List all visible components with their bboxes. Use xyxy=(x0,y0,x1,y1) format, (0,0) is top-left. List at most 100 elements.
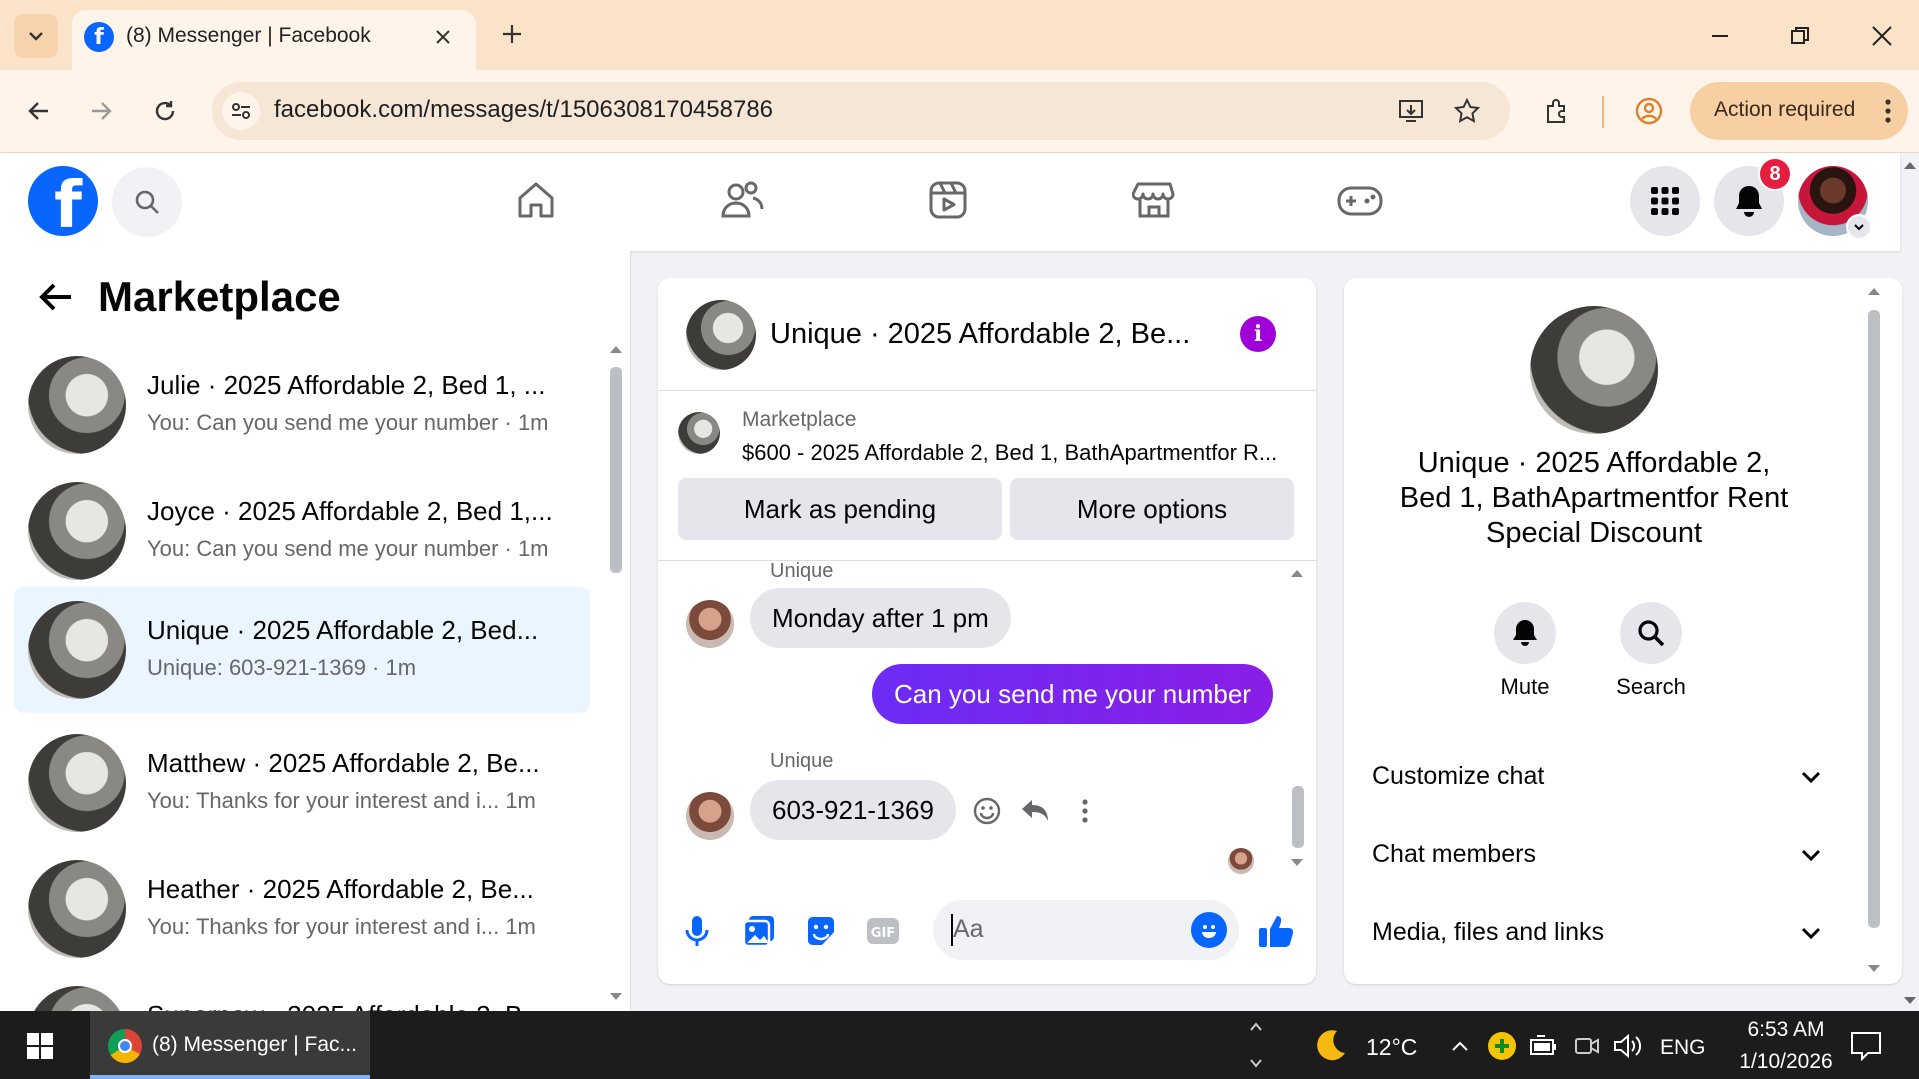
conversation-item-active[interactable]: Unique · 2025 Affordable 2, Bed... Uniqu… xyxy=(14,587,590,713)
conversation-avatar xyxy=(28,601,126,699)
more-options-button[interactable]: More options xyxy=(1010,478,1294,540)
conversation-name: Unique · 2025 Affordable 2, Bed... xyxy=(147,615,539,645)
message-sender: Unique xyxy=(770,750,834,772)
scroll-up-icon[interactable] xyxy=(606,341,626,357)
customize-chat-row[interactable]: Customize chat xyxy=(1358,742,1848,812)
info-scroll-up-icon[interactable] xyxy=(1864,284,1884,298)
sticker-icon[interactable] xyxy=(802,912,840,950)
home-icon[interactable] xyxy=(510,174,562,226)
volume-icon[interactable] xyxy=(1612,1032,1644,1060)
chat-panel: Unique · 2025 Affordable 2, Be... i Mark… xyxy=(658,278,1316,984)
message-more-icon[interactable] xyxy=(1068,794,1102,828)
tab-messenger[interactable]: f (8) Messenger | Facebook xyxy=(72,10,476,70)
message-bubble-incoming[interactable]: Monday after 1 pm xyxy=(750,588,1011,648)
chat-scroll-down-icon[interactable] xyxy=(1288,856,1306,870)
conversation-snippet: Unique: 603-921-1369 · 1m xyxy=(147,655,417,680)
chat-members-row[interactable]: Chat members xyxy=(1358,820,1848,890)
friends-icon[interactable] xyxy=(716,174,768,226)
facebook-logo-icon[interactable]: f xyxy=(28,166,98,236)
message-bubble-outgoing[interactable]: Can you send me your number xyxy=(872,664,1273,724)
mute-label: Mute xyxy=(1500,674,1550,699)
conversation-snippet: You: Can you send me your number · 1m xyxy=(147,536,549,561)
notification-center-icon[interactable] xyxy=(1846,1026,1886,1066)
info-avatar[interactable] xyxy=(1530,306,1658,434)
video-icon[interactable] xyxy=(922,174,974,226)
chevron-down-icon xyxy=(1796,918,1826,948)
url-text[interactable]: facebook.com/messages/t/1506308170458786 xyxy=(274,96,773,124)
sender-avatar xyxy=(686,792,734,840)
restore-icon[interactable] xyxy=(1780,16,1820,56)
install-app-icon[interactable] xyxy=(1392,92,1430,130)
page-scroll-down-icon[interactable] xyxy=(1900,994,1919,1008)
tab-search-chevron-icon[interactable] xyxy=(14,14,58,58)
extensions-icon[interactable] xyxy=(1536,90,1578,132)
tray-app-icon[interactable] xyxy=(1488,1032,1516,1060)
react-smiley-icon[interactable] xyxy=(970,794,1004,828)
battery-icon[interactable] xyxy=(1528,1032,1560,1060)
clock-date[interactable]: 1/10/2026 xyxy=(1716,1050,1856,1074)
mark-as-pending-button[interactable]: Mark as pending xyxy=(678,478,1002,540)
conversation-item[interactable]: Matthew · 2025 Affordable 2, Be... You: … xyxy=(14,720,590,844)
close-tab-icon[interactable] xyxy=(426,20,460,54)
site-settings-icon[interactable] xyxy=(222,92,260,130)
message-bubble-incoming[interactable]: 603-921-1369 xyxy=(750,780,956,840)
info-icon[interactable]: i xyxy=(1240,316,1276,352)
chat-title[interactable]: Unique · 2025 Affordable 2, Be... xyxy=(770,318,1190,351)
marketplace-icon[interactable] xyxy=(1128,174,1180,226)
chat-avatar[interactable] xyxy=(686,300,756,370)
chrome-icon xyxy=(108,1029,142,1063)
menu-grid-icon[interactable] xyxy=(1630,166,1700,236)
page-scroll-up-icon[interactable] xyxy=(1900,158,1919,172)
action-required-button[interactable]: Action required xyxy=(1690,82,1908,140)
attach-photo-icon[interactable] xyxy=(740,912,778,950)
sidebar-divider xyxy=(630,251,631,1011)
more-vert-icon[interactable] xyxy=(1876,96,1900,126)
reload-icon[interactable] xyxy=(144,90,186,132)
taskbar-app-chrome[interactable]: (8) Messenger | Fac... xyxy=(90,1011,370,1079)
info-scrollbar-thumb[interactable] xyxy=(1868,310,1880,928)
search-in-chat-icon[interactable] xyxy=(1620,602,1682,664)
chat-scroll-up-icon[interactable] xyxy=(1288,566,1306,580)
mute-bell-icon[interactable] xyxy=(1494,602,1556,664)
svg-text:GIF: GIF xyxy=(871,926,895,941)
chat-scrollbar-thumb[interactable] xyxy=(1292,786,1304,848)
fb-search-icon[interactable] xyxy=(112,167,182,237)
scroll-down-icon[interactable] xyxy=(606,989,626,1005)
thumbs-up-icon[interactable] xyxy=(1254,910,1298,952)
gaming-icon[interactable] xyxy=(1334,174,1386,226)
account-chevron-down-icon[interactable] xyxy=(1846,214,1872,240)
gif-icon[interactable]: GIF xyxy=(864,914,902,948)
new-tab-icon[interactable] xyxy=(494,16,530,52)
microphone-icon[interactable] xyxy=(678,912,716,950)
message-composer[interactable]: Aa xyxy=(933,900,1239,960)
language-indicator[interactable]: ENG xyxy=(1660,1036,1706,1060)
address-bar[interactable]: facebook.com/messages/t/1506308170458786 xyxy=(212,82,1510,140)
conversation-item[interactable]: Heather · 2025 Affordable 2, Be... You: … xyxy=(14,846,590,970)
clock-time[interactable]: 6:53 AM xyxy=(1726,1018,1846,1042)
emoji-icon[interactable] xyxy=(1191,912,1227,948)
sidebar-title: Marketplace xyxy=(98,273,341,320)
info-scroll-down-icon[interactable] xyxy=(1864,962,1884,976)
bookmark-star-icon[interactable] xyxy=(1448,92,1486,130)
taskbar-scroll-icon[interactable] xyxy=(1246,1016,1266,1074)
minimize-icon[interactable] xyxy=(1700,16,1740,56)
reply-icon[interactable] xyxy=(1018,794,1052,828)
meet-now-icon[interactable] xyxy=(1572,1032,1602,1060)
back-arrow-icon[interactable] xyxy=(34,275,78,319)
close-window-icon[interactable] xyxy=(1862,16,1902,56)
search-label: Search xyxy=(1616,674,1686,699)
forward-icon[interactable] xyxy=(80,90,122,132)
sidebar-scrollbar-thumb[interactable] xyxy=(610,367,622,573)
listing-title[interactable]: $600 - 2025 Affordable 2, Bed 1, BathApa… xyxy=(742,440,1277,466)
windows-start-icon[interactable] xyxy=(24,1030,56,1062)
conversation-snippet: You: Can you send me your number · 1m xyxy=(147,410,549,435)
media-files-links-row[interactable]: Media, files and links xyxy=(1358,898,1848,968)
tray-chevron-up-icon[interactable] xyxy=(1448,1034,1472,1058)
conversation-item[interactable]: Julie · 2025 Affordable 2, Bed 1, ... Yo… xyxy=(14,342,590,466)
conversation-avatar xyxy=(28,482,126,580)
conversation-item[interactable]: Joyce · 2025 Affordable 2, Bed 1,... You… xyxy=(14,468,590,592)
back-icon[interactable] xyxy=(18,90,60,132)
conversation-item[interactable]: Superpaw · 2025 Affordable 2, B... xyxy=(14,972,590,1011)
weather-temperature[interactable]: 12°C xyxy=(1366,1034,1417,1061)
profile-icon[interactable] xyxy=(1628,90,1670,132)
